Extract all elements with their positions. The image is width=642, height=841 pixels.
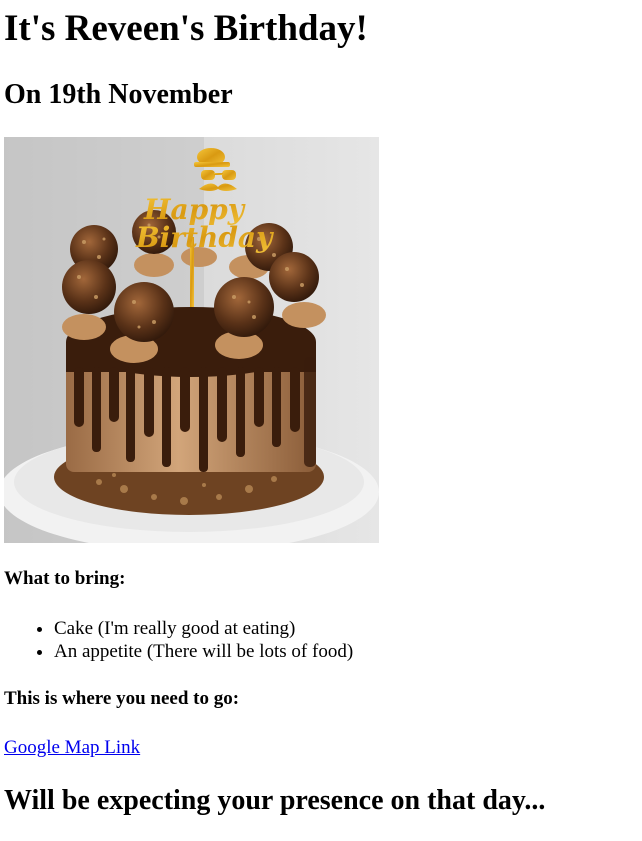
bring-heading: What to bring:	[4, 568, 126, 589]
bring-list: Cake (I'm really good at eating) An appe…	[4, 617, 353, 663]
list-item: An appetite (There will be lots of food)	[54, 640, 353, 663]
topper-text-birthday: Birthday	[135, 221, 274, 254]
event-date: On 19th November	[4, 79, 233, 110]
location-heading: This is where you need to go:	[4, 688, 240, 709]
birthday-cake-image: Happy Birthday	[4, 137, 379, 543]
list-item: Cake (I'm really good at eating)	[54, 617, 353, 640]
page-title: It's Reveen's Birthday!	[4, 8, 368, 49]
google-map-link[interactable]: Google Map Link	[4, 736, 140, 760]
closing-message: Will be expecting your presence on that …	[4, 785, 546, 816]
